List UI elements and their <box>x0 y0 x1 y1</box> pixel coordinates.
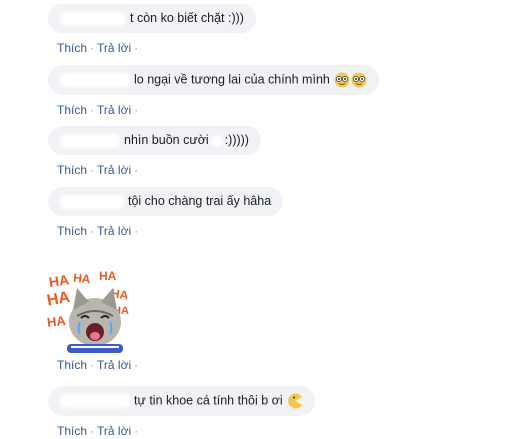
redacted-name <box>60 133 120 148</box>
comment-text: tội cho chàng trai ấy hâha <box>128 194 272 208</box>
like-link[interactable]: Thích <box>57 358 87 372</box>
comment-6: tự tin khoe cá tính thôi b ơi Thích · Trả … <box>48 386 316 438</box>
svg-text:HA: HA <box>48 271 70 290</box>
sticker-actions: Thích · Trả lời · <box>57 358 139 372</box>
comment-1: t còn ko biết chặt :))) Thích · Trả lời · <box>48 4 256 55</box>
svg-text:HA: HA <box>99 270 117 283</box>
laughing-cat-sticker: HA HA HA HA HA HA HA <box>47 270 130 353</box>
comment-bubble: lo ngại về tương lai của chính mình <box>48 65 380 95</box>
like-link[interactable]: Thích <box>57 163 87 177</box>
comment-text-tail: :))))) <box>224 133 249 147</box>
reply-link[interactable]: Trả lời <box>97 103 131 117</box>
like-link[interactable]: Thích <box>57 424 87 438</box>
comment-actions: Thích · Trả lời · <box>57 424 139 438</box>
comment-bubble: tự tin khoe cá tính thôi b ơi <box>48 386 316 416</box>
comment-bubble: nhìn buồn cười:))))) <box>48 126 261 155</box>
reply-link[interactable]: Trả lời <box>97 224 131 238</box>
redacted-inline <box>210 134 223 147</box>
comment-text: t còn ko biết chặt :))) <box>130 11 244 25</box>
redacted-name <box>60 394 130 408</box>
svg-text:HA: HA <box>47 289 72 310</box>
comment-text: lo ngại về tương lai của chính mình <box>134 72 330 87</box>
like-link[interactable]: Thích <box>57 41 87 55</box>
comment-3: nhìn buồn cười:))))) Thích · Trả lời · <box>48 126 261 177</box>
redacted-name <box>60 73 130 87</box>
comment-actions: Thích · Trả lời · <box>57 103 139 117</box>
comment-actions: Thích · Trả lời · <box>57 162 139 177</box>
nerd-face-icon <box>351 72 367 88</box>
comment-bubble: tội cho chàng trai ấy hâha <box>48 187 284 216</box>
svg-text:HA: HA <box>47 313 67 330</box>
redacted-name <box>60 11 126 26</box>
comment-bubble: t còn ko biết chặt :))) <box>48 4 256 33</box>
nerd-face-icon <box>334 72 350 88</box>
like-link[interactable]: Thích <box>57 224 87 238</box>
reply-link[interactable]: Trả lời <box>97 424 131 438</box>
reply-link[interactable]: Trả lời <box>97 163 131 177</box>
reply-link[interactable]: Trả lời <box>97 41 131 55</box>
comment-2: lo ngại về tương lai của chính mình Thíc… <box>48 65 380 117</box>
svg-text:HA: HA <box>72 271 91 287</box>
like-link[interactable]: Thích <box>57 103 87 117</box>
comment-text: tự tin khoe cá tính thôi b ơi <box>134 393 283 408</box>
pacman-icon <box>288 393 303 409</box>
comment-4: tội cho chàng trai ấy hâha Thích · Trả lời… <box>48 187 284 238</box>
redacted-name <box>60 194 124 209</box>
comment-text: nhìn buồn cười <box>124 133 209 147</box>
reply-link[interactable]: Trả lời <box>97 358 131 372</box>
comment-actions: Thích · Trả lời · <box>57 223 139 238</box>
comment-actions: Thích · Trả lời · <box>57 40 139 55</box>
